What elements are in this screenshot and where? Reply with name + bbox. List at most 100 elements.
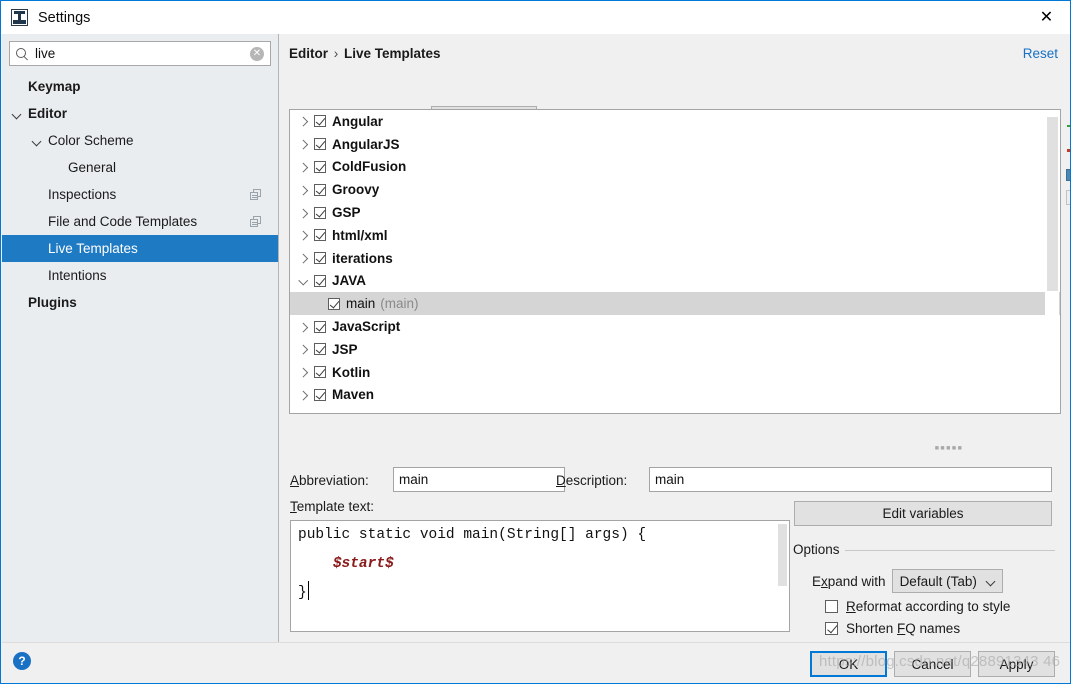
template-list-row[interactable]: JAVA xyxy=(290,270,1060,293)
reformat-checkbox-row[interactable]: Reformat according to style xyxy=(825,599,1010,614)
shorten-fq-checkbox-row[interactable]: Shorten FQ names xyxy=(825,621,960,636)
chevron-right-icon[interactable] xyxy=(298,138,310,150)
content-panel: Editor › Live Templates Reset By default… xyxy=(280,34,1070,656)
chevron-right-icon[interactable] xyxy=(298,321,310,333)
chevron-down-icon[interactable] xyxy=(32,135,43,146)
add-template-button[interactable] xyxy=(1063,115,1070,137)
template-enabled-checkbox[interactable] xyxy=(314,343,326,356)
template-list-row[interactable]: JavaScript xyxy=(290,315,1060,338)
template-enabled-checkbox[interactable] xyxy=(314,366,326,379)
template-enabled-checkbox[interactable] xyxy=(314,138,326,151)
sidebar-item-live-templates[interactable]: Live Templates xyxy=(2,235,278,262)
chevron-right-icon[interactable] xyxy=(298,115,310,127)
abbreviation-label: Abbreviation: xyxy=(290,473,369,488)
template-list-row[interactable]: Kotlin xyxy=(290,361,1060,384)
remove-template-button[interactable] xyxy=(1063,139,1070,161)
template-code-indent xyxy=(298,556,333,572)
template-row-label: html/xml xyxy=(332,227,388,243)
sidebar-item-editor[interactable]: Editor xyxy=(2,100,278,127)
reformat-checkbox[interactable] xyxy=(825,600,838,613)
abbreviation-input[interactable] xyxy=(393,467,565,492)
template-list-row[interactable]: Groovy xyxy=(290,178,1060,201)
template-list-row[interactable]: GSP xyxy=(290,201,1060,224)
sidebar-item-file-and-code-templates[interactable]: File and Code Templates xyxy=(2,208,278,235)
chevron-down-icon[interactable] xyxy=(298,275,310,287)
chevron-right-icon[interactable] xyxy=(298,207,310,219)
apply-button[interactable]: Apply xyxy=(978,651,1055,677)
template-enabled-checkbox[interactable] xyxy=(314,115,326,128)
sidebar-item-inspections[interactable]: Inspections xyxy=(2,181,278,208)
template-list-row[interactable]: ColdFusion xyxy=(290,156,1060,179)
help-icon[interactable]: ? xyxy=(13,652,31,670)
template-list-row[interactable]: AngularJS xyxy=(290,133,1060,156)
template-row-label: GSP xyxy=(332,205,361,221)
cancel-button[interactable]: Cancel xyxy=(894,651,971,677)
template-enabled-checkbox[interactable] xyxy=(314,229,326,242)
plus-icon xyxy=(1066,118,1070,134)
template-list-row[interactable]: JSP xyxy=(290,338,1060,361)
template-code-closing-brace: } xyxy=(298,585,307,601)
template-group-list[interactable]: Angular AngularJS ColdFusion Groovy GSP html/… xyxy=(289,109,1061,414)
template-editor-scrollbar[interactable] xyxy=(776,522,788,631)
chevron-right-icon[interactable] xyxy=(298,229,310,241)
shorten-fq-label: Shorten FQ names xyxy=(846,621,961,636)
template-row-label: JAVA xyxy=(332,273,367,289)
sidebar-item-plugins[interactable]: Plugins xyxy=(2,289,278,316)
template-enabled-checkbox[interactable] xyxy=(314,206,326,219)
template-enabled-checkbox[interactable] xyxy=(314,274,326,287)
chevron-right-icon[interactable] xyxy=(298,161,310,173)
copy-icon xyxy=(1066,166,1070,182)
scrollbar-thumb[interactable] xyxy=(1047,117,1058,291)
minus-icon xyxy=(1066,142,1070,158)
chevron-right-icon[interactable] xyxy=(298,389,310,401)
chevron-right-icon[interactable] xyxy=(298,366,310,378)
edit-variables-button[interactable]: Edit variables xyxy=(794,501,1052,526)
chevron-right-icon[interactable] xyxy=(298,343,310,355)
template-list-scrollbar[interactable] xyxy=(1045,111,1059,413)
template-list-row[interactable]: html/xml xyxy=(290,224,1060,247)
options-title: Options xyxy=(793,542,845,557)
template-row-label: Angular xyxy=(332,113,384,129)
sidebar-item-label: General xyxy=(68,160,117,175)
template-enabled-checkbox[interactable] xyxy=(314,388,326,401)
expand-with-value: Default (Tab) xyxy=(899,573,977,589)
template-enabled-checkbox[interactable] xyxy=(328,297,340,310)
template-list-row[interactable]: Maven xyxy=(290,384,1060,407)
reset-link[interactable]: Reset xyxy=(1023,46,1058,61)
description-input[interactable] xyxy=(649,467,1052,492)
chevron-down-icon[interactable] xyxy=(12,108,23,119)
template-list-row[interactable]: Angular xyxy=(290,110,1060,133)
template-enabled-checkbox[interactable] xyxy=(314,160,326,173)
sidebar-item-label: Editor xyxy=(28,106,67,121)
chevron-right-icon[interactable] xyxy=(298,252,310,264)
search-input[interactable] xyxy=(29,43,250,64)
restore-defaults-button xyxy=(1063,187,1070,209)
chevron-right-icon[interactable] xyxy=(298,184,310,196)
duplicate-template-button[interactable] xyxy=(1063,163,1070,185)
template-enabled-checkbox[interactable] xyxy=(314,183,326,196)
template-list-row[interactable]: iterations xyxy=(290,247,1060,270)
search-box[interactable]: ✕ xyxy=(9,41,271,66)
copy-settings-icon[interactable] xyxy=(250,189,261,200)
breadcrumb-root[interactable]: Editor xyxy=(289,46,328,61)
shorten-fq-checkbox[interactable] xyxy=(825,622,838,635)
sidebar-item-intentions[interactable]: Intentions xyxy=(2,262,278,289)
template-enabled-checkbox[interactable] xyxy=(314,320,326,333)
expand-with-select[interactable]: Default (Tab) xyxy=(891,569,1003,593)
intellij-logo-icon xyxy=(11,9,28,26)
panel-splitter[interactable]: ■■■■■ xyxy=(935,445,963,452)
clear-search-icon[interactable]: ✕ xyxy=(250,46,264,61)
sidebar-item-general[interactable]: General xyxy=(2,154,278,181)
template-text-editor[interactable]: public static void main(String[] args) {… xyxy=(290,520,790,632)
ok-button[interactable]: OK xyxy=(810,651,887,677)
sidebar-item-keymap[interactable]: Keymap xyxy=(2,73,278,100)
template-list-row[interactable]: main (main) xyxy=(290,292,1060,316)
template-enabled-checkbox[interactable] xyxy=(314,252,326,265)
template-editor-scroll-thumb[interactable] xyxy=(778,524,787,586)
close-icon[interactable]: ✕ xyxy=(1023,1,1070,34)
sidebar-item-color-scheme[interactable]: Color Scheme xyxy=(2,127,278,154)
copy-settings-icon[interactable] xyxy=(250,216,261,227)
